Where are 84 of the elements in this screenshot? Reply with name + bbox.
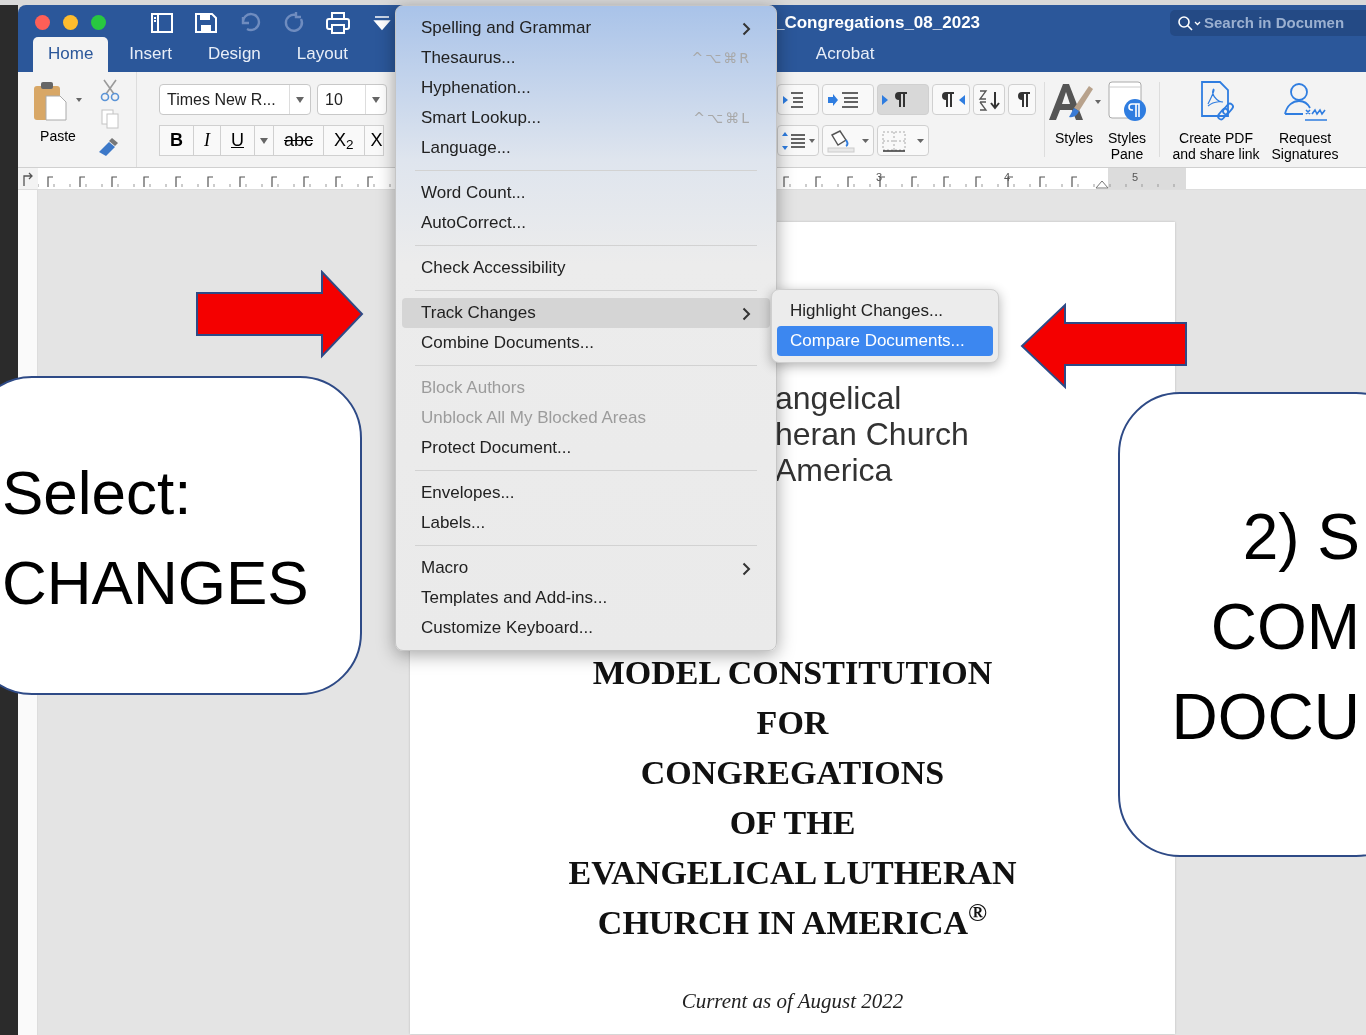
menu-item[interactable]: Language... — [402, 133, 770, 163]
tab-stop-icon[interactable] — [22, 171, 34, 186]
document-title: MODEL CONSTITUTION — [592, 653, 993, 693]
document-title: FOR — [756, 703, 829, 743]
dropdown-button[interactable] — [254, 125, 274, 156]
strikethrough-button[interactable]: abc — [273, 125, 325, 156]
request-signatures-button[interactable]: Request Signatures — [1268, 72, 1342, 167]
sidebar-icon[interactable] — [149, 10, 175, 35]
logo-text: heran Church — [775, 416, 969, 452]
superscript-button[interactable]: X — [363, 125, 384, 156]
chevron-icon — [742, 21, 751, 36]
logo-text: America — [775, 452, 893, 488]
menu-item[interactable]: Track Changes — [402, 298, 770, 328]
signature-icon — [1281, 80, 1329, 124]
paragraph-mark-button[interactable] — [932, 84, 970, 115]
bold-button[interactable]: B — [159, 125, 194, 156]
menu-item[interactable]: Word Count... — [402, 178, 770, 208]
create-pdf-button[interactable]: Create PDF and share link — [1168, 72, 1264, 167]
menu-item[interactable]: Customize Keyboard... — [402, 613, 770, 643]
save-icon[interactable] — [193, 10, 219, 35]
menu-item[interactable]: Compare Documents... — [777, 326, 993, 356]
underline-button[interactable]: U — [220, 125, 255, 156]
ruler-number: 5 — [1132, 170, 1139, 185]
borders-icon — [881, 128, 925, 153]
borders-button[interactable] — [877, 125, 929, 156]
sort-button[interactable] — [973, 84, 1005, 115]
menu-item[interactable]: Highlight Changes... — [777, 296, 993, 326]
caret-icon — [260, 138, 268, 145]
sort-icon — [977, 87, 1001, 112]
menu-item[interactable]: Check Accessibility — [402, 253, 770, 283]
document-title: EVANGELICAL LUTHERAN — [568, 853, 1017, 893]
menu-item[interactable]: Hyphenation... — [402, 73, 770, 103]
paragraph-mark-button[interactable] — [1008, 84, 1036, 115]
callout-text: Select: — [2, 457, 192, 529]
minimize-button[interactable] — [63, 15, 78, 30]
ribbon-tab[interactable]: Insert — [114, 36, 187, 72]
indent-button[interactable] — [777, 84, 819, 115]
caret-icon — [372, 96, 380, 103]
menu-item[interactable]: Protect Document... — [402, 433, 770, 463]
document-title: CONGREGATIONS — [640, 753, 945, 793]
menu-item[interactable]: Macro — [402, 553, 770, 583]
zoom-button[interactable] — [91, 15, 106, 30]
menu-item[interactable]: Combine Documents... — [402, 328, 770, 358]
window-title: _Congregations_08_2023 — [775, 11, 981, 34]
callout-text: COM — [1210, 590, 1360, 665]
menu-item[interactable]: AutoCorrect... — [402, 208, 770, 238]
chevron-icon — [742, 306, 751, 321]
menu-item[interactable]: Templates and Add-ins... — [402, 583, 770, 613]
ruler-number: 4 — [1004, 170, 1011, 185]
menu-item[interactable]: Smart Lookup... ^⌥⌘L — [402, 103, 770, 133]
subscript-button[interactable]: X$_{2}$ — [323, 125, 365, 156]
chevron-icon — [742, 561, 751, 576]
styles-button[interactable]: Styles — [1049, 72, 1099, 167]
ribbon-tab[interactable]: Home — [33, 36, 109, 72]
menu-item[interactable]: Spelling and Grammar — [402, 13, 770, 43]
caret-icon — [296, 96, 304, 103]
clipboard-icon — [32, 80, 84, 122]
ribbon-tab[interactable]: Acrobat — [800, 36, 890, 72]
shading-button[interactable] — [822, 125, 874, 156]
ribbon-tab[interactable]: Layout — [281, 36, 363, 72]
menu-item[interactable]: Labels... — [402, 508, 770, 538]
styles-pane-button[interactable]: Styles Pane — [1103, 72, 1151, 167]
document-subtitle: Current as of August 2022 — [681, 988, 904, 1015]
font-size-field[interactable]: 10 — [317, 84, 387, 115]
paste-button[interactable]: Paste — [18, 72, 92, 167]
search-field[interactable]: Search in Documen — [1170, 9, 1366, 36]
callout-text: DOCU — [1171, 680, 1360, 755]
print-icon[interactable] — [325, 10, 351, 35]
logo-text: angelical — [775, 380, 902, 416]
ruler-number: 3 — [876, 170, 883, 185]
indent-button[interactable] — [822, 84, 874, 115]
font-name-field[interactable]: Times New R... — [159, 84, 311, 115]
menu-item[interactable]: Thesaurus... ^⌥⌘R — [402, 43, 770, 73]
document-title: CHURCH IN AMERICA$^{®}$ — [597, 898, 988, 943]
cut-icon[interactable] — [98, 78, 122, 102]
paint-bucket-icon — [826, 128, 870, 153]
callout-text: 2) S — [1242, 500, 1360, 575]
styles-pane-icon — [1107, 80, 1147, 124]
menu-item[interactable]: Envelopes... — [402, 478, 770, 508]
paragraph-mark-button[interactable] — [877, 84, 929, 115]
ribbon-tab[interactable]: Design — [192, 36, 276, 72]
document-title: OF THE — [729, 803, 856, 843]
italic-button[interactable]: I — [193, 125, 221, 156]
callout-text: CHANGES — [2, 547, 309, 619]
